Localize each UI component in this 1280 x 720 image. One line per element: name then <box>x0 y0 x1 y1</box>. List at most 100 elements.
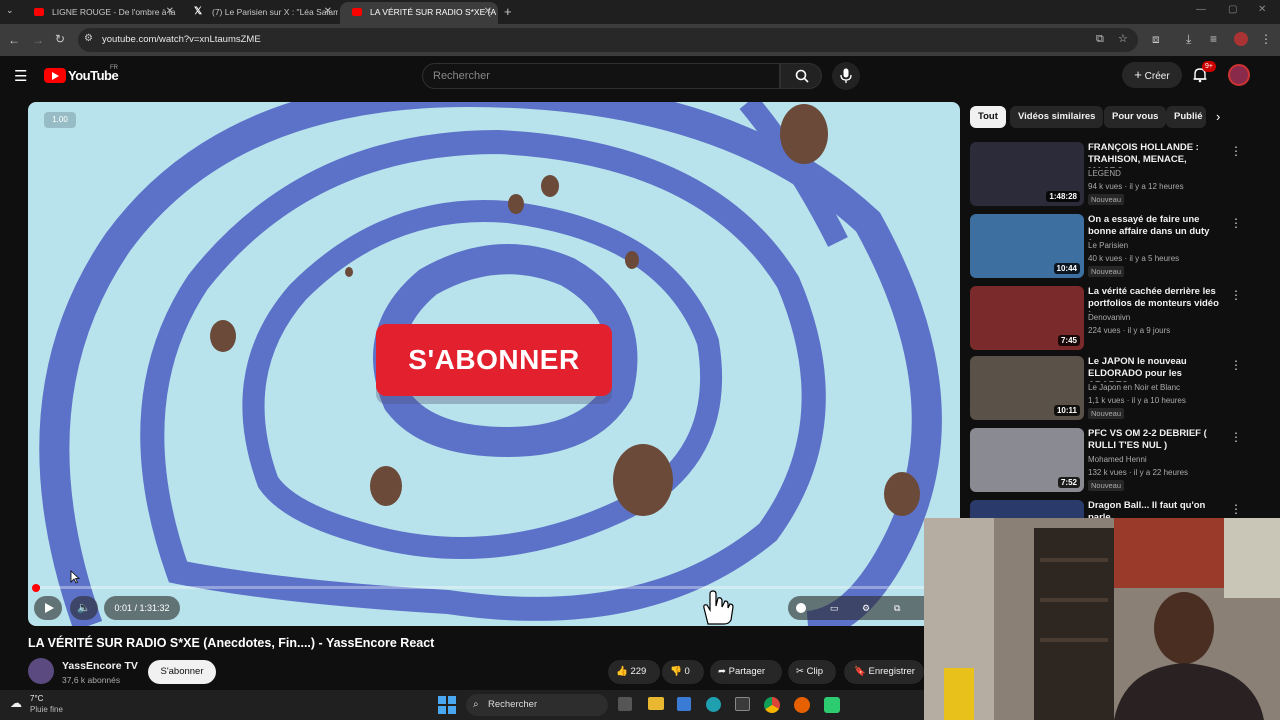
notifications-button[interactable]: 9+ <box>1192 61 1216 85</box>
close-icon[interactable]: ✕ <box>166 2 174 22</box>
mail-icon[interactable] <box>677 697 691 711</box>
file-explorer-icon[interactable] <box>648 697 664 710</box>
cast-icon[interactable]: ⧉ <box>1096 33 1104 46</box>
tab-2[interactable]: 𝕏 (7) Le Parisien sur X : "Léa Salam ✕ <box>182 2 338 24</box>
miniplayer-icon[interactable]: ⧉ <box>894 596 900 620</box>
store-icon[interactable] <box>735 697 750 711</box>
video-thumbnail[interactable]: 10:11 <box>970 356 1084 420</box>
subscribe-overlay-graphic: S'ABONNER <box>376 324 612 396</box>
recommended-title[interactable]: Dragon Ball... Il faut qu'on parle <box>1088 500 1220 518</box>
recommended-title[interactable]: On a essayé de faire une bonne affaire d… <box>1088 214 1220 240</box>
chip-published[interactable]: Publié <box>1166 106 1206 128</box>
recommended-channel[interactable]: Le Japon en Noir et Blanc <box>1088 383 1180 392</box>
video-thumbnail[interactable]: 7:45 <box>970 286 1084 350</box>
volume-button[interactable]: 🔈 <box>70 596 98 620</box>
media-icon[interactable]: ≡ <box>1210 32 1217 46</box>
progress-scrubber[interactable] <box>32 584 40 592</box>
recommended-title[interactable]: La vérité cachée derrière les portfolios… <box>1088 286 1220 312</box>
share-label: Partager <box>728 666 766 677</box>
hamburger-menu-icon[interactable]: ☰ <box>14 67 27 85</box>
voice-search-button[interactable] <box>832 62 860 90</box>
bookmark-star-icon[interactable]: ☆ <box>1118 32 1128 45</box>
close-icon[interactable]: ✕ <box>484 2 492 22</box>
autoplay-toggle-icon[interactable] <box>796 603 806 613</box>
more-options-icon[interactable]: ⋮ <box>1230 144 1242 158</box>
new-tab-icon[interactable]: + <box>504 4 512 19</box>
window-close-icon[interactable]: ✕ <box>1258 4 1266 15</box>
account-avatar[interactable] <box>1228 64 1250 86</box>
search-input[interactable]: Rechercher <box>422 63 780 89</box>
taskbar-search[interactable]: ⌕ Rechercher <box>466 694 608 716</box>
recommended-video[interactable]: 7:52 PFC VS OM 2-2 DEBRIEF ( RULLI T'ES N… <box>970 428 1242 492</box>
video-thumbnail[interactable]: 10:44 <box>970 214 1084 278</box>
omnibox[interactable]: ⚙ youtube.com/watch?v=xnLtaumsZME ⧉ ☆ <box>78 28 1138 52</box>
more-options-icon[interactable]: ⋮ <box>1230 358 1242 372</box>
search-icon: ⌕ <box>473 699 479 710</box>
site-info-icon[interactable]: ⚙ <box>84 33 93 44</box>
save-button[interactable]: 🔖 Enregistrer <box>844 660 924 684</box>
download-icon[interactable]: ⤓ <box>1186 32 1191 47</box>
recommended-channel[interactable]: Denovanivn <box>1088 313 1130 322</box>
tab-1[interactable]: LIGNE ROUGE - De l'ombre à la ✕ <box>22 2 180 24</box>
chrome-icon[interactable] <box>764 697 780 713</box>
recommended-title[interactable]: PFC VS OM 2-2 DEBRIEF ( RULLI T'ES NUL ) <box>1088 428 1220 452</box>
recommended-channel[interactable]: Le Parisien <box>1088 241 1128 250</box>
chevron-right-icon[interactable]: › <box>1216 109 1220 124</box>
recommended-video[interactable]: Dragon Ball... Il faut qu'on parle ⋮ <box>970 500 1240 518</box>
share-button[interactable]: ➦ Partager <box>710 660 782 684</box>
weather-temp[interactable]: 7°C <box>30 694 43 703</box>
chip-all[interactable]: Tout <box>970 106 1006 128</box>
recommended-video[interactable]: 10:44 On a essayé de faire une bonne affa… <box>970 214 1242 278</box>
recommended-title[interactable]: FRANÇOIS HOLLANDE : TRAHISON, MENACE, MA… <box>1088 142 1220 168</box>
chip-similar[interactable]: Vidéos similaires <box>1010 106 1104 128</box>
reload-icon[interactable]: ↻ <box>55 32 65 46</box>
recommended-channel[interactable]: LEGEND <box>1088 169 1121 178</box>
more-options-icon[interactable]: ⋮ <box>1230 430 1242 444</box>
back-icon[interactable]: ← <box>8 33 20 47</box>
video-thumbnail[interactable] <box>970 500 1084 518</box>
like-button[interactable]: 👍 229 <box>608 660 660 684</box>
create-button[interactable]: + Créer <box>1122 62 1182 88</box>
edge-browser-icon[interactable] <box>706 697 721 712</box>
settings-gear-icon[interactable]: ⚙ <box>862 596 870 620</box>
channel-name[interactable]: YassEncore TV <box>62 660 138 672</box>
maximize-icon[interactable]: ▢ <box>1228 4 1237 15</box>
more-options-icon[interactable]: ⋮ <box>1230 502 1240 516</box>
dislike-button[interactable]: 👎 0 <box>662 660 704 684</box>
tab-3[interactable]: LA VÉRITÉ SUR RADIO S*XE (A ✕ <box>340 2 498 24</box>
recommended-video[interactable]: 1:48:28 FRANÇOIS HOLLANDE : TRAHISON, MEN… <box>970 142 1242 206</box>
channel-avatar[interactable] <box>28 658 54 684</box>
minimize-icon[interactable]: — <box>1196 4 1206 15</box>
chip-for-you[interactable]: Pour vous <box>1104 106 1167 128</box>
address-bar-row: ← → ↻ ⚙ youtube.com/watch?v=xnLtaumsZME … <box>0 24 1280 56</box>
recommended-channel[interactable]: Mohamed Henni <box>1088 455 1147 464</box>
close-icon[interactable]: ✕ <box>324 2 332 22</box>
recommended-video[interactable]: 7:45 La vérité cachée derrière les portfo… <box>970 286 1242 350</box>
firefox-icon[interactable] <box>794 697 810 713</box>
recommended-title[interactable]: Le JAPON le nouveau ELDORADO pour les AR… <box>1088 356 1220 382</box>
more-options-icon[interactable]: ⋮ <box>1230 216 1242 230</box>
task-view-icon[interactable] <box>618 697 632 711</box>
recommended-video[interactable]: 10:11 Le JAPON le nouveau ELDORADO pour l… <box>970 356 1242 420</box>
youtube-logo[interactable]: YouTube FR <box>44 65 124 85</box>
extensions-icon[interactable]: ⧈ <box>1152 32 1160 47</box>
video-player[interactable]: 1.00 S'ABONNER 🔈 0:01 / 1:31:32 ▭ ⚙ ⧉ <box>28 102 960 626</box>
bookmark-icon: 🔖 <box>854 666 866 677</box>
forward-icon[interactable]: → <box>32 33 44 47</box>
menu-icon[interactable]: ⋮ <box>1260 32 1272 46</box>
video-thumbnail[interactable]: 7:52 <box>970 428 1084 492</box>
tab-list-icon[interactable]: ⌄ <box>6 5 14 16</box>
subscribe-button[interactable]: S'abonner <box>148 660 216 684</box>
search-button[interactable] <box>780 63 822 89</box>
subtitles-icon[interactable]: ▭ <box>830 596 839 620</box>
clip-button[interactable]: ✂ Clip <box>788 660 836 684</box>
create-label: Créer <box>1144 71 1170 82</box>
windows-start-icon[interactable] <box>438 696 456 714</box>
profile-avatar[interactable] <box>1234 32 1248 46</box>
play-button[interactable] <box>34 596 62 620</box>
video-thumbnail[interactable]: 1:48:28 <box>970 142 1084 206</box>
more-options-icon[interactable]: ⋮ <box>1230 288 1242 302</box>
url-text[interactable]: youtube.com/watch?v=xnLtaumsZME <box>102 34 261 45</box>
progress-bar[interactable] <box>36 586 952 589</box>
app-icon[interactable] <box>824 697 840 713</box>
